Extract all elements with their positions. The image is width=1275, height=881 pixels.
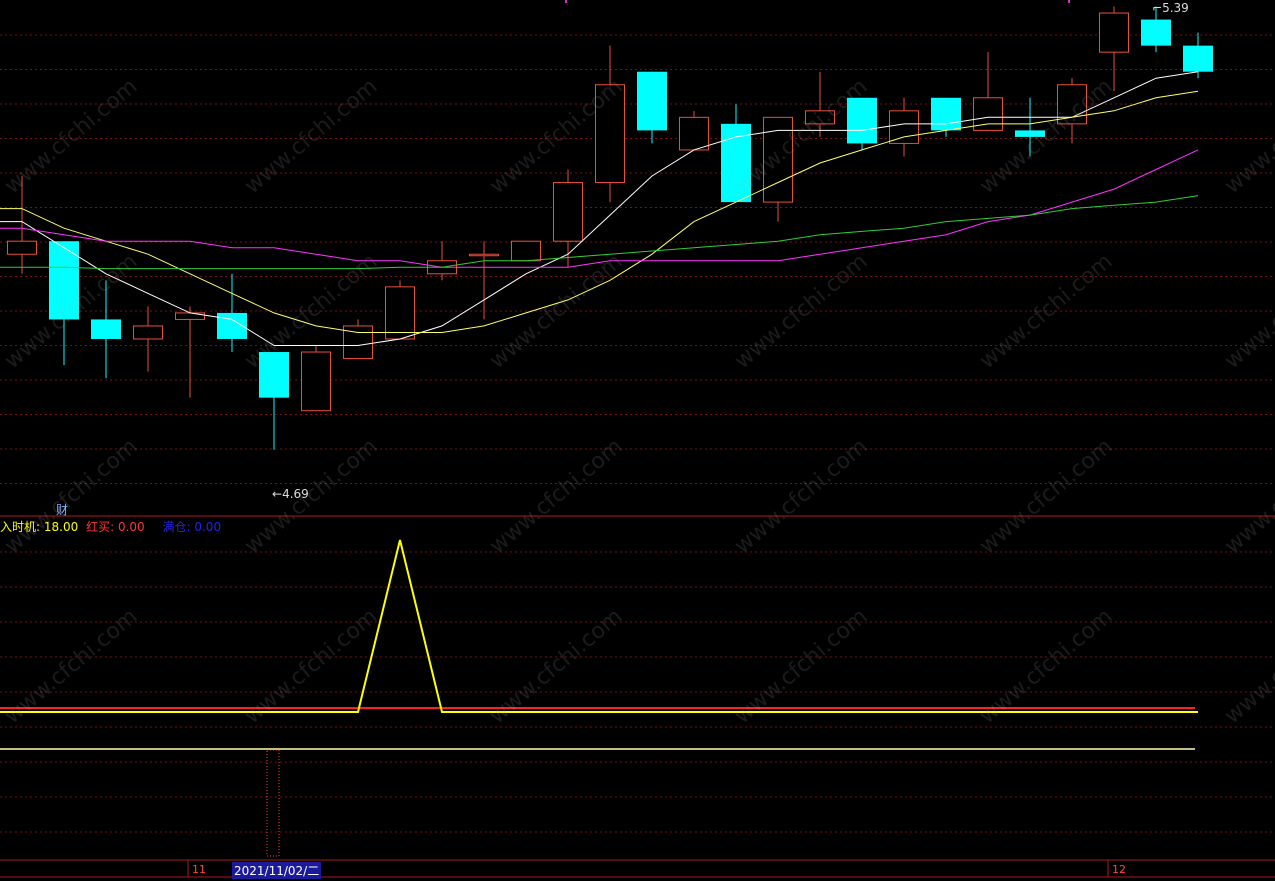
low-value: 4.69 bbox=[282, 487, 309, 501]
high-price-label: ⌐5.39 bbox=[1152, 1, 1189, 15]
cursor-date-label[interactable]: 2021/11/02/二 bbox=[232, 862, 322, 879]
candle-body-down bbox=[1141, 19, 1171, 46]
month-label-12: 12 bbox=[1112, 863, 1126, 876]
candle-body-up bbox=[385, 286, 415, 340]
candle-body-down bbox=[1183, 45, 1213, 72]
fullpos-label: 满仓: bbox=[162, 520, 191, 534]
month-label-11: 11 bbox=[192, 863, 206, 876]
indicator-panel bbox=[0, 539, 1198, 857]
redbuy-label: 红买: bbox=[86, 520, 115, 534]
stock-chart[interactable] bbox=[0, 0, 1275, 881]
candle-body-up bbox=[133, 325, 163, 340]
candle-body-down bbox=[931, 97, 961, 131]
panel-frame bbox=[0, 0, 1275, 878]
candle-body-up bbox=[1057, 84, 1087, 125]
candle-body-up bbox=[469, 253, 499, 257]
candle-body-up bbox=[1099, 12, 1129, 53]
candle-body-up bbox=[805, 110, 835, 125]
low-price-label: ←4.69 bbox=[272, 487, 309, 501]
candle-body-up bbox=[889, 110, 919, 144]
candle-wicks bbox=[21, 6, 1199, 450]
top-marker bbox=[565, 0, 567, 3]
redbuy-value: 0.00 bbox=[117, 520, 145, 534]
timing-value: 18.00 bbox=[43, 520, 79, 534]
candle-body-up bbox=[553, 182, 583, 242]
candle-body-up bbox=[175, 312, 205, 320]
ma-line-ma60 bbox=[0, 195, 1199, 270]
high-value: 5.39 bbox=[1162, 1, 1189, 15]
candle-body-down bbox=[1015, 130, 1045, 137]
candle-body-up bbox=[301, 351, 331, 412]
candle-body-down bbox=[637, 71, 667, 131]
candle-body-down bbox=[259, 352, 289, 398]
timing-line bbox=[0, 539, 1198, 713]
candle-body-up bbox=[7, 240, 37, 255]
candle-body-up bbox=[595, 84, 625, 184]
cai-label: 财 bbox=[56, 503, 69, 517]
indicator-legend: 入时机: 18.00 红买: 0.00 满仓: 0.00 bbox=[0, 518, 221, 535]
timing-label: 入时机: bbox=[0, 520, 41, 534]
candle-body-down bbox=[91, 319, 121, 339]
candle-body-down bbox=[49, 241, 79, 320]
top-marker bbox=[1068, 0, 1070, 3]
candle-body-up bbox=[679, 116, 709, 151]
fullpos-value: 0.00 bbox=[194, 520, 222, 534]
candle-body-down bbox=[847, 97, 877, 144]
candle-body-up bbox=[511, 240, 541, 262]
cursor-marker bbox=[266, 749, 280, 857]
